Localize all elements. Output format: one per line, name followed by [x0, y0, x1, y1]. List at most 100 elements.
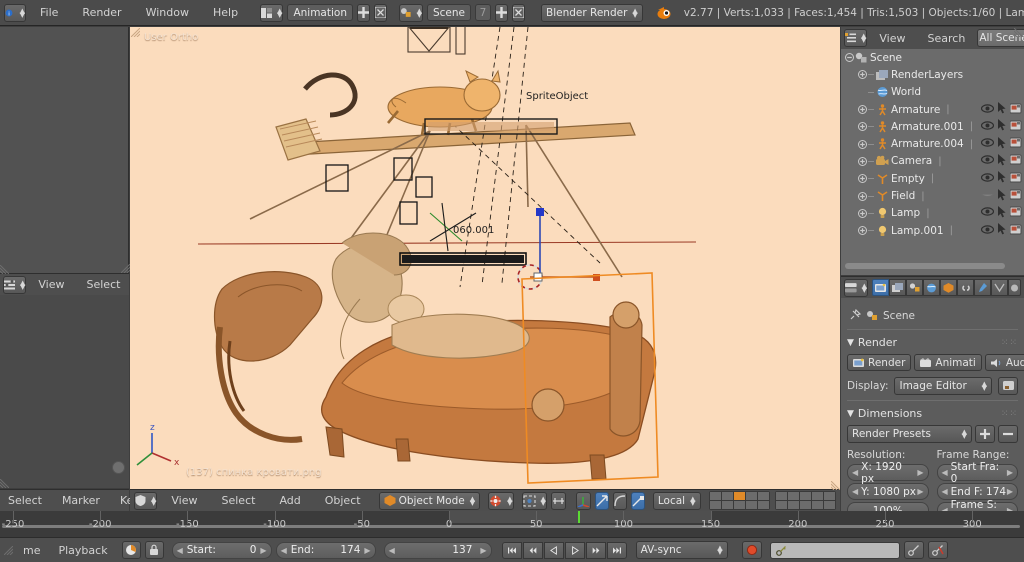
play-icon[interactable]	[564, 541, 585, 559]
screen-layout-icon[interactable]: ▲ ▼	[260, 3, 284, 22]
render-tab-icon[interactable]	[872, 279, 889, 296]
expander-plus-icon[interactable]	[858, 105, 867, 115]
display-mode-dropdown[interactable]: Image Editor ▲ ▼	[894, 377, 992, 395]
outliner-row-armature-001[interactable]: Armature.001 |	[841, 118, 1024, 135]
left-area-corner-widget[interactable]	[121, 264, 130, 273]
left-mid-menu-view[interactable]: View	[28, 278, 74, 291]
render-panel-header[interactable]: ▼ Render ⁙⁙	[847, 336, 1018, 349]
add-screen-layout-button[interactable]	[356, 3, 370, 22]
pin-icon[interactable]	[849, 306, 862, 325]
play-reverse-icon[interactable]	[543, 541, 564, 559]
expander-plus-icon[interactable]	[858, 122, 867, 132]
restrict-select-icon[interactable]	[997, 223, 1007, 238]
restrict-select-icon[interactable]	[997, 119, 1007, 134]
restrict-select-icon[interactable]	[997, 153, 1007, 169]
timeline-menu-frame-truncated[interactable]: me	[19, 544, 44, 557]
left-mid-menu-select[interactable]: Select	[77, 278, 131, 291]
delete-screen-layout-button[interactable]	[373, 3, 387, 22]
resolution-y-field[interactable]: ◀ Y: 1080 px ▶	[847, 483, 929, 500]
remove-keying-set-icon[interactable]	[927, 541, 948, 559]
expander-plus-icon[interactable]	[858, 139, 867, 149]
scene-name-field[interactable]: Scene	[426, 4, 471, 21]
render-engine-dropdown[interactable]: Blender Render ▲ ▼	[540, 3, 643, 22]
add-scene-button[interactable]	[494, 3, 508, 22]
expander-minus-icon[interactable]	[845, 53, 854, 63]
restrict-render-icon[interactable]	[1009, 172, 1022, 186]
delete-scene-button[interactable]	[511, 3, 525, 22]
render-layers-tab-icon[interactable]	[889, 279, 906, 296]
manipulator-rotate-mode-icon[interactable]	[612, 491, 627, 510]
jump-to-start-icon[interactable]	[501, 541, 522, 559]
outliner-row-empty[interactable]: Empty |	[841, 170, 1024, 187]
outliner-row-renderlayers[interactable]: RenderLayers	[841, 66, 1024, 83]
viewport-menu-add[interactable]: Add	[269, 494, 310, 507]
timeline-playhead[interactable]	[578, 511, 580, 523]
left-area-corner-widget-2[interactable]	[0, 265, 9, 274]
menu-help[interactable]: Help	[203, 6, 248, 19]
display-image-editor-icon[interactable]	[998, 377, 1018, 395]
expander-plus-icon[interactable]	[858, 226, 867, 236]
world-tab-icon[interactable]	[923, 279, 940, 296]
restrict-view-icon[interactable]	[980, 207, 995, 219]
jump-to-next-keyframe-icon[interactable]	[585, 541, 606, 559]
screen-layout-field[interactable]: Animation	[287, 4, 353, 21]
viewport-menu-select[interactable]: Select	[212, 494, 266, 507]
properties-tab-bar[interactable]	[872, 279, 1021, 296]
dimensions-panel-header[interactable]: ▼ Dimensions ⁙⁙	[847, 407, 1018, 420]
restrict-render-icon[interactable]	[1009, 137, 1022, 151]
manipulator-translate-mode-icon[interactable]	[594, 491, 609, 510]
data-tab-icon[interactable]	[991, 279, 1008, 296]
outliner-horizontal-scrollbar[interactable]	[845, 263, 1005, 269]
outliner-row-field[interactable]: Field |	[841, 187, 1024, 204]
restrict-select-icon[interactable]	[997, 136, 1007, 152]
restrict-render-icon[interactable]	[1009, 154, 1022, 168]
frame-start-field[interactable]: ◀ Start Fra: 0 ▶	[936, 461, 1018, 485]
restrict-view-icon[interactable]	[980, 121, 995, 133]
auto-keyframe-icon[interactable]	[121, 541, 141, 559]
editor-type-icon[interactable]: ▲ ▼	[844, 29, 868, 47]
manipulator-scale-mode-icon[interactable]	[630, 491, 645, 510]
manipulator-translate-icon[interactable]	[575, 491, 591, 510]
restrict-render-icon[interactable]	[1009, 206, 1022, 220]
editor-type-icon[interactable]: ▲ ▼	[134, 491, 158, 510]
scene-users-count[interactable]: 7	[474, 4, 491, 21]
editor-type-icon[interactable]: ▲ ▼	[844, 278, 868, 297]
restrict-render-icon[interactable]	[1009, 103, 1022, 117]
viewport-menu-object[interactable]: Object	[315, 494, 371, 507]
render-image-button[interactable]: Render	[847, 354, 912, 371]
lock-icon[interactable]	[144, 541, 164, 559]
timeline-menu-playback[interactable]: Playback	[48, 544, 117, 557]
timeline-scrollbar[interactable]	[2, 525, 1020, 528]
record-icon[interactable]	[741, 541, 762, 559]
restrict-render-icon[interactable]	[1009, 120, 1022, 134]
restrict-select-icon[interactable]	[997, 102, 1007, 117]
end-frame-field[interactable]: ◀ End: 174 ▶	[275, 541, 376, 559]
scene-datablock-icon[interactable]: ▲ ▼	[398, 3, 423, 22]
scene-tab-icon[interactable]	[906, 279, 923, 296]
jump-to-end-icon[interactable]	[606, 541, 627, 559]
viewport-corner-widget[interactable]	[131, 28, 140, 37]
expander-plus-icon[interactable]	[858, 174, 867, 184]
restrict-view-icon[interactable]	[980, 173, 995, 185]
viewport-corner-widget-2[interactable]	[831, 481, 840, 490]
menu-window[interactable]: Window	[136, 6, 199, 19]
snap-during-transform-icon[interactable]	[550, 491, 566, 510]
outliner-row-world[interactable]: World	[841, 84, 1024, 101]
render-audio-button[interactable]: Audio	[984, 354, 1024, 371]
expander-plus-icon[interactable]	[858, 208, 867, 218]
pivot-point-icon[interactable]: ▲ ▼	[521, 491, 547, 510]
object-tab-icon[interactable]	[940, 279, 957, 296]
menu-file[interactable]: File	[30, 6, 68, 19]
outliner-row-lamp[interactable]: Lamp |	[841, 205, 1024, 222]
scroll-knob[interactable]	[112, 461, 125, 474]
restrict-select-icon[interactable]	[997, 171, 1007, 186]
outliner-row-scene[interactable]: Scene	[841, 49, 1024, 66]
render-presets-dropdown[interactable]: Render Presets ▲ ▼	[847, 425, 972, 443]
restrict-select-icon[interactable]	[997, 188, 1007, 204]
info-editor-type-icon[interactable]: i ▲ ▼	[4, 3, 26, 22]
outliner-corner-widget[interactable]	[1014, 28, 1023, 37]
render-animation-button[interactable]: Animati	[914, 354, 982, 371]
restrict-view-icon[interactable]	[980, 224, 995, 237]
restrict-view-icon[interactable]	[980, 155, 995, 167]
outliner-row-camera[interactable]: Camera |	[841, 153, 1024, 170]
